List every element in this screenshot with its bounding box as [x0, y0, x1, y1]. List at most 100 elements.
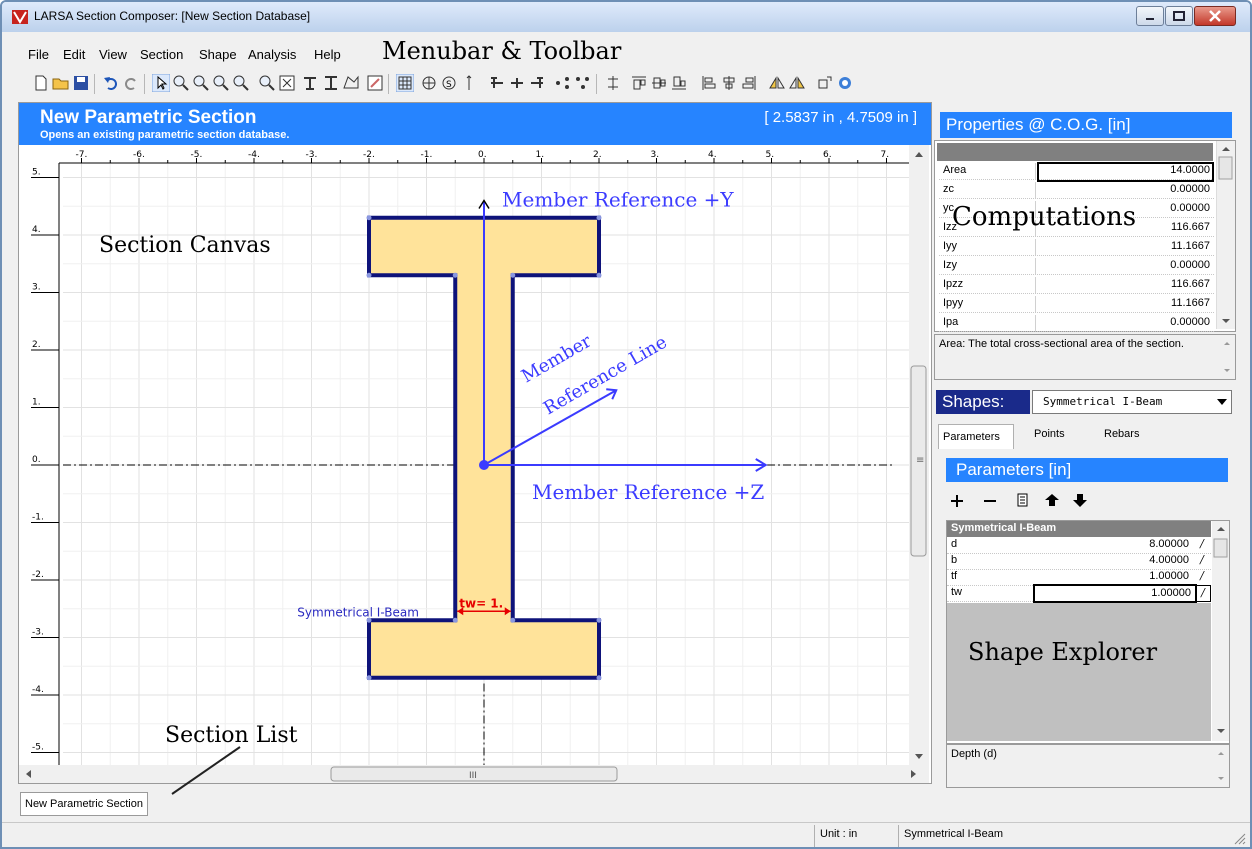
- x-tick-label: 7.: [881, 150, 890, 160]
- scroll-down-icon: [1217, 729, 1225, 733]
- column-divider: [1035, 182, 1036, 198]
- svg-text:S: S: [446, 80, 452, 90]
- property-value: 11.1667: [1171, 297, 1210, 309]
- centroid-icon[interactable]: [420, 74, 438, 92]
- formula-icon[interactable]: /: [1195, 553, 1209, 568]
- properties-grid-header: [937, 143, 1213, 161]
- property-name: Izy: [943, 259, 958, 271]
- vertex-point: [596, 272, 602, 278]
- align-right-icon[interactable]: [528, 74, 546, 92]
- tab-points[interactable]: Points: [1034, 428, 1065, 440]
- column-divider: [1035, 239, 1036, 255]
- section-list-pointer: [171, 746, 241, 795]
- formula-icon[interactable]: /: [1195, 537, 1209, 552]
- align-center-icon[interactable]: [508, 74, 526, 92]
- formula-icon[interactable]: /: [1195, 569, 1209, 584]
- property-value: 14.0000: [1170, 164, 1210, 176]
- properties-title: Properties @ C.O.G. [in]: [946, 115, 1131, 134]
- parameter-value-field[interactable]: 8.00000: [1033, 537, 1193, 552]
- section-list-tab[interactable]: New Parametric Section: [20, 792, 148, 816]
- parameter-row[interactable]: b 4.00000 /: [947, 553, 1211, 570]
- vscroll-grip: ≡: [916, 455, 924, 466]
- parameter-value-field[interactable]: 4.00000: [1033, 553, 1193, 568]
- property-description: Area: The total cross-sectional area of …: [934, 334, 1236, 380]
- property-row[interactable]: Ipyy 11.1667: [939, 296, 1214, 313]
- parameters-header: Parameters [in]: [946, 458, 1228, 482]
- vertical-scrollbar[interactable]: ≡: [909, 145, 929, 765]
- properties-scrollbar[interactable]: [1216, 141, 1235, 329]
- stack-icon[interactable]: [604, 74, 622, 92]
- status-separator: [814, 825, 815, 847]
- column-divider: [1035, 258, 1036, 274]
- resize-grip-icon[interactable]: [1234, 833, 1246, 845]
- points-grid-icon[interactable]: [574, 74, 592, 92]
- properties-grid[interactable]: Area 14.0000 zc 0.00000 yc 0.00000 Izz 116.667 I…: [934, 140, 1236, 332]
- parameter-description-text: Depth (d): [951, 748, 997, 760]
- move-down-icon[interactable]: [1073, 494, 1087, 507]
- property-name: Ipzz: [943, 278, 964, 290]
- tab-parameters-label: Parameters: [943, 431, 1000, 443]
- section-list-item[interactable]: New Parametric Section: [25, 798, 143, 810]
- parameter-value: 1.00000: [1149, 570, 1189, 582]
- property-value: 0.00000: [1170, 183, 1210, 195]
- move-up-icon[interactable]: [1045, 494, 1059, 506]
- formula-icon[interactable]: /: [1195, 585, 1211, 602]
- status-shape: Symmetrical I-Beam: [904, 828, 1004, 840]
- maximize-button[interactable]: [1165, 6, 1193, 26]
- axis-icon[interactable]: [464, 74, 482, 92]
- column-divider: [1035, 277, 1036, 293]
- align-middle-icon[interactable]: [650, 74, 668, 92]
- tab-rebars[interactable]: Rebars: [1104, 428, 1139, 440]
- property-row[interactable]: Izy 0.00000: [939, 258, 1214, 275]
- annotation-menubar-toolbar: Menubar & Toolbar: [382, 37, 622, 65]
- property-name: Ipa: [943, 316, 959, 328]
- property-row[interactable]: Iyy 11.1667: [939, 239, 1214, 256]
- parameter-row[interactable]: d 8.00000 /: [947, 537, 1211, 554]
- parameter-name: tw: [951, 586, 962, 598]
- x-tick-label: 0.: [478, 150, 487, 160]
- vertex-point: [510, 272, 516, 278]
- distribute-center-icon[interactable]: [720, 74, 738, 92]
- copy-parameter-icon[interactable]: [1017, 493, 1028, 507]
- align-left-icon[interactable]: [488, 74, 506, 92]
- property-row[interactable]: Ipa 0.00000: [939, 315, 1214, 332]
- scroll-up-icon: [1222, 147, 1230, 151]
- parameter-description: Depth (d): [946, 744, 1230, 788]
- tab-parameters[interactable]: Parameters: [938, 424, 1014, 449]
- member-ref-z-label: Member Reference +Z: [532, 480, 764, 504]
- points-icon[interactable]: [554, 74, 572, 92]
- property-value: 11.1667: [1171, 240, 1210, 252]
- align-bottom-icon[interactable]: [670, 74, 688, 92]
- property-row[interactable]: Area 14.0000: [939, 162, 1214, 182]
- shape-explorer-tabs: Parameters Points Rebars: [934, 422, 1234, 449]
- shapes-label: Shapes:: [942, 392, 1005, 411]
- minimize-icon: [1146, 18, 1154, 20]
- property-row[interactable]: zc 0.00000: [939, 182, 1214, 199]
- cursor-coordinates: [ 2.5837 in , 4.7509 in ]: [764, 109, 917, 126]
- close-button[interactable]: [1194, 6, 1236, 26]
- property-value: 116.667: [1171, 221, 1210, 233]
- parameters-grid[interactable]: Symmetrical I-Beam d 8.00000 / b 4.00000 / tf 1…: [946, 520, 1230, 744]
- parameters-scrollbar[interactable]: [1212, 521, 1229, 741]
- chevron-down-icon: [1217, 399, 1227, 405]
- parameter-row[interactable]: tw 1.00000 /: [947, 584, 1211, 603]
- shear-center-icon[interactable]: S: [440, 74, 458, 92]
- column-divider: [1035, 315, 1036, 331]
- property-description-text: Area: The total cross-sectional area of …: [939, 338, 1184, 350]
- distribute-left-icon[interactable]: [700, 74, 718, 92]
- property-value: 0.00000: [1170, 202, 1210, 214]
- shape-select[interactable]: Symmetrical I-Beam: [1032, 390, 1232, 414]
- property-name: Iyy: [943, 240, 958, 252]
- property-row[interactable]: Ipzz 116.667: [939, 277, 1214, 294]
- analyze-icon[interactable]: [836, 74, 854, 92]
- mirror-horizontal-icon[interactable]: [768, 74, 786, 92]
- rotate-icon[interactable]: [816, 74, 834, 92]
- minimize-button[interactable]: [1136, 6, 1164, 26]
- align-top-icon[interactable]: [630, 74, 648, 92]
- parameter-value-field[interactable]: 1.00000: [1033, 569, 1193, 584]
- annotation-computations: Computations: [952, 202, 1137, 232]
- add-parameter-icon[interactable]: [951, 495, 963, 507]
- distribute-right-icon[interactable]: [740, 74, 758, 92]
- parameter-value-field[interactable]: 1.00000: [1033, 584, 1197, 603]
- mirror-vertical-icon[interactable]: [788, 74, 806, 92]
